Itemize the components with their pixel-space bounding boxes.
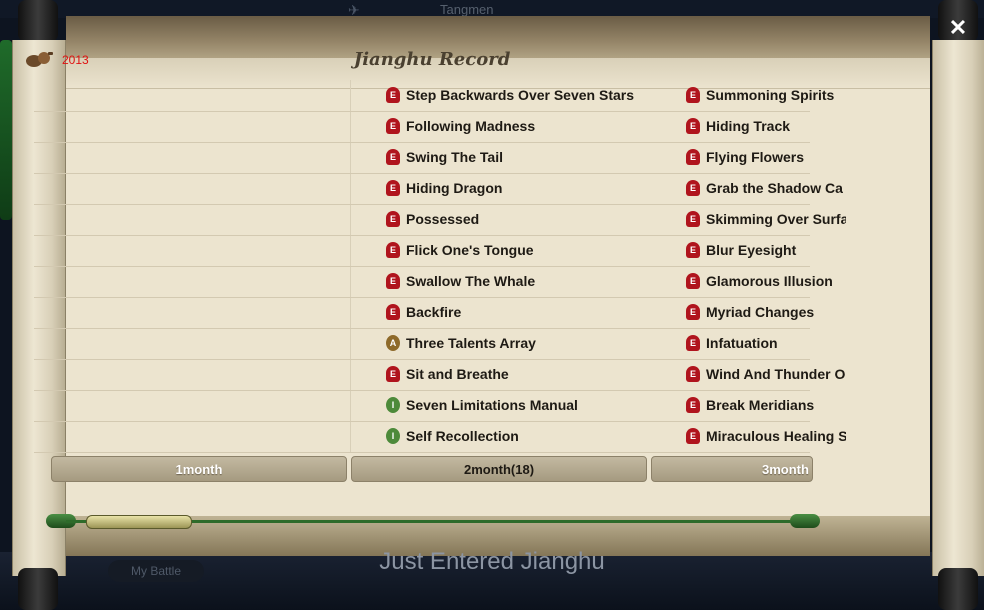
skill-name: Blur Eyesight [706, 242, 797, 258]
skill-name: Infatuation [706, 335, 778, 351]
skill-item[interactable]: E Myriad Changes [686, 301, 846, 323]
skill-name: Self Recollection [406, 428, 519, 444]
skill-name: Miraculous Healing S [706, 428, 846, 444]
row-separator [34, 235, 810, 236]
skill-grade-badge-icon: E [686, 87, 700, 103]
skill-grade-badge-icon: E [386, 242, 400, 258]
skill-grade-badge-icon: E [686, 273, 700, 289]
skill-name: Following Madness [406, 118, 536, 134]
skill-item[interactable]: E Wind And Thunder O [686, 363, 846, 385]
skill-grade-badge-icon: E [686, 335, 700, 351]
skill-grade-badge-icon: E [386, 149, 400, 165]
row-separator [34, 421, 810, 422]
skill-name: Backfire [406, 304, 462, 320]
row-separator [34, 173, 810, 174]
skill-item[interactable]: E Grab the Shadow Ca [686, 177, 846, 199]
skill-grade-badge-icon: E [386, 211, 400, 227]
row-separator [34, 111, 810, 112]
skill-grade-badge-icon: E [686, 242, 700, 258]
skill-grade-badge-icon: E [686, 366, 700, 382]
skill-name: Skimming Over Surfa [706, 211, 846, 227]
row-separator [34, 266, 810, 267]
skill-name: Flick One's Tongue [406, 242, 534, 258]
skill-name: Sit and Breathe [406, 366, 509, 382]
skill-grade-badge-icon: E [686, 211, 700, 227]
tab-3month[interactable]: 3month [651, 456, 813, 482]
skill-item[interactable]: E Skimming Over Surfa [686, 208, 846, 230]
skill-item[interactable]: E Sit and Breathe [386, 363, 666, 385]
tab-2month[interactable]: 2month(18) [351, 456, 647, 482]
skill-item[interactable]: E Following Madness [386, 115, 666, 137]
skill-grade-badge-icon: E [386, 304, 400, 320]
rod-end-right [790, 514, 820, 528]
skill-item[interactable]: E Blur Eyesight [686, 239, 846, 261]
skill-item[interactable]: A Three Talents Array [386, 332, 666, 354]
skill-item[interactable]: E Flying Flowers [686, 146, 846, 168]
skill-grade-badge-icon: E [686, 149, 700, 165]
skill-item[interactable]: E Infatuation [686, 332, 846, 354]
skill-name: Glamorous Illusion [706, 273, 833, 289]
rod-progress-fill [86, 515, 192, 529]
row-separator [34, 359, 810, 360]
row-separator [34, 204, 810, 205]
skill-item[interactable]: E Swallow The Whale [386, 270, 666, 292]
row-separator [34, 142, 810, 143]
background-title: Tangmen [440, 2, 494, 17]
skill-grade-badge-icon: E [386, 87, 400, 103]
skill-grade-badge-icon: E [686, 118, 700, 134]
row-separator [34, 297, 810, 298]
row-separator [34, 452, 810, 453]
skill-item[interactable]: E Flick One's Tongue [386, 239, 666, 261]
skill-item[interactable]: E Possessed [386, 208, 666, 230]
skill-grade-badge-icon: E [686, 428, 700, 444]
skill-name: Grab the Shadow Ca [706, 180, 843, 196]
skill-item[interactable]: E Backfire [386, 301, 666, 323]
skill-grade-badge-icon: E [386, 118, 400, 134]
row-separator [34, 328, 810, 329]
skill-name: Seven Limitations Manual [406, 397, 578, 413]
skill-grade-badge-icon: E [386, 180, 400, 196]
skill-name: Hiding Track [706, 118, 791, 134]
skill-grade-badge-icon: I [386, 397, 400, 413]
skill-name: Wind And Thunder O [706, 366, 846, 382]
skill-name: Swing The Tail [406, 149, 503, 165]
tab-1month[interactable]: 1month [51, 456, 347, 482]
progress-rod [46, 512, 820, 530]
record-title: Jianghu Record [353, 49, 511, 70]
skill-name: Break Meridians [706, 397, 815, 413]
scroll-roller-right [928, 0, 984, 610]
skill-grade-badge-icon: E [686, 304, 700, 320]
skill-item[interactable]: E Glamorous Illusion [686, 270, 846, 292]
skill-name: Swallow The Whale [406, 273, 536, 289]
skill-item[interactable]: I Self Recollection [386, 425, 666, 447]
skill-item[interactable]: E Hiding Dragon [386, 177, 666, 199]
skill-item[interactable]: I Seven Limitations Manual [386, 394, 666, 416]
skill-item[interactable]: E Step Backwards Over Seven Stars [386, 84, 666, 106]
skill-name: Step Backwards Over Seven Stars [406, 87, 635, 103]
skill-item[interactable]: E Miraculous Healing S [686, 425, 846, 447]
skill-name: Summoning Spirits [706, 87, 835, 103]
skill-name: Myriad Changes [706, 304, 815, 320]
skill-name: Possessed [406, 211, 480, 227]
skill-grade-badge-icon: E [386, 273, 400, 289]
status-text: Just Entered Jianghu [379, 548, 605, 575]
skill-grade-badge-icon: E [686, 397, 700, 413]
skill-grade-badge-icon: A [386, 335, 400, 351]
skill-item[interactable]: E Swing The Tail [386, 146, 666, 168]
tab-3month-label: 3month [762, 461, 809, 477]
skill-item[interactable]: E Break Meridians [686, 394, 846, 416]
skill-item[interactable]: E Hiding Track [686, 115, 846, 137]
skill-item[interactable]: E Summoning Spirits [686, 84, 846, 106]
row-separator [34, 390, 810, 391]
skill-grade-badge-icon: E [386, 366, 400, 382]
close-icon[interactable]: ✕ [946, 16, 970, 40]
skill-name: Hiding Dragon [406, 180, 503, 196]
skill-name: Flying Flowers [706, 149, 805, 165]
skill-grade-badge-icon: E [686, 180, 700, 196]
skill-grade-badge-icon: I [386, 428, 400, 444]
skill-name: Three Talents Array [406, 335, 536, 351]
